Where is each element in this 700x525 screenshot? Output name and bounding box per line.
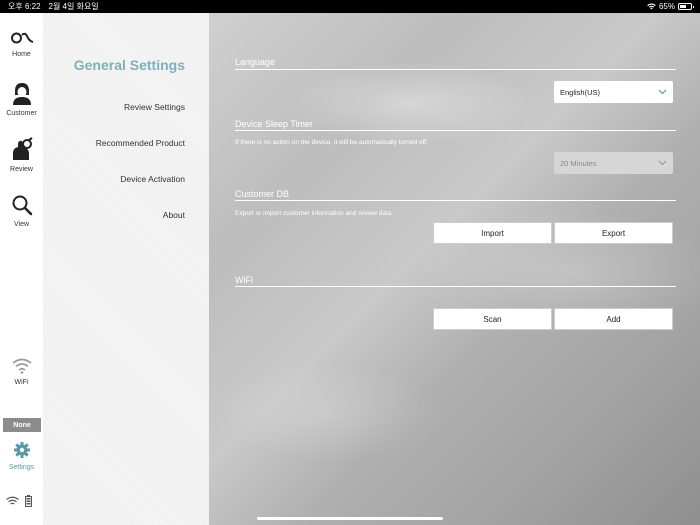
nav-item-view[interactable]: View <box>0 194 43 228</box>
status-date: 2월 4일 화요일 <box>48 2 99 11</box>
nav-label-wifi: WiFi <box>14 379 29 386</box>
sleep-timer-section-title: Device Sleep Timer <box>235 119 314 129</box>
menu-item-device-activation[interactable]: Device Activation <box>120 174 185 184</box>
status-bar: 오후 6:22 2월 4일 화요일 65% <box>0 0 700 13</box>
chevron-down-icon <box>658 89 667 95</box>
nav-item-customer[interactable]: Customer <box>0 81 43 117</box>
wifi-icon <box>12 358 31 374</box>
settings-content: Language English(US) Device Sleep Timer … <box>209 13 700 525</box>
settings-menu: General Settings Review Settings Recomme… <box>43 13 209 525</box>
sleep-timer-description: If there is no action on the device, it … <box>235 139 428 146</box>
device-status <box>6 495 32 507</box>
connection-status-badge: None <box>3 418 41 432</box>
status-time: 오후 6:22 <box>8 2 41 11</box>
import-button[interactable]: Import <box>433 222 552 244</box>
chevron-down-icon <box>658 160 667 166</box>
gear-icon <box>13 442 30 458</box>
nav-label-review: Review <box>10 166 33 173</box>
menu-item-review-settings[interactable]: Review Settings <box>124 102 185 112</box>
sleep-timer-divider <box>235 130 676 131</box>
status-wifi-icon <box>647 3 656 10</box>
review-icon <box>12 137 33 160</box>
home-logo-icon <box>10 32 33 44</box>
customer-db-section-title: Customer DB <box>235 189 290 199</box>
language-select[interactable]: English(US) <box>554 81 673 103</box>
nav-rail: Home Customer Review View WiFi None Sett… <box>0 13 43 525</box>
scan-button[interactable]: Scan <box>433 308 552 330</box>
language-select-value: English(US) <box>560 87 601 97</box>
export-button[interactable]: Export <box>554 222 673 244</box>
battery-icon <box>678 3 694 10</box>
language-section-title: Language <box>235 57 276 67</box>
nav-item-review[interactable]: Review <box>0 137 43 173</box>
nav-item-wifi[interactable]: WiFi <box>0 358 43 386</box>
menu-item-recommended-product[interactable]: Recommended Product <box>96 138 185 148</box>
customer-db-description: Export or import customer information an… <box>235 210 394 217</box>
nav-label-settings: Settings <box>8 464 35 471</box>
home-indicator[interactable] <box>257 517 443 520</box>
nav-label-view: View <box>13 221 30 228</box>
language-divider <box>235 69 676 70</box>
add-button[interactable]: Add <box>554 308 673 330</box>
customer-icon <box>12 83 31 105</box>
menu-item-about[interactable]: About <box>163 210 185 220</box>
device-wifi-icon <box>6 496 19 505</box>
nav-item-home[interactable]: Home <box>0 30 43 58</box>
search-icon <box>12 195 32 216</box>
wifi-divider <box>235 286 676 287</box>
nav-label-customer: Customer <box>6 110 37 117</box>
sleep-timer-select-value: 20 Minutes <box>560 158 597 168</box>
wifi-section-title: WiFi <box>235 275 253 285</box>
battery-percent: 65% <box>658 2 675 11</box>
customer-db-divider <box>235 200 676 201</box>
settings-menu-title: General Settings <box>73 57 185 73</box>
sleep-timer-select[interactable]: 20 Minutes <box>554 152 673 174</box>
nav-label-home: Home <box>12 51 31 58</box>
device-battery-icon <box>25 495 32 507</box>
nav-item-settings[interactable]: Settings <box>0 441 43 471</box>
